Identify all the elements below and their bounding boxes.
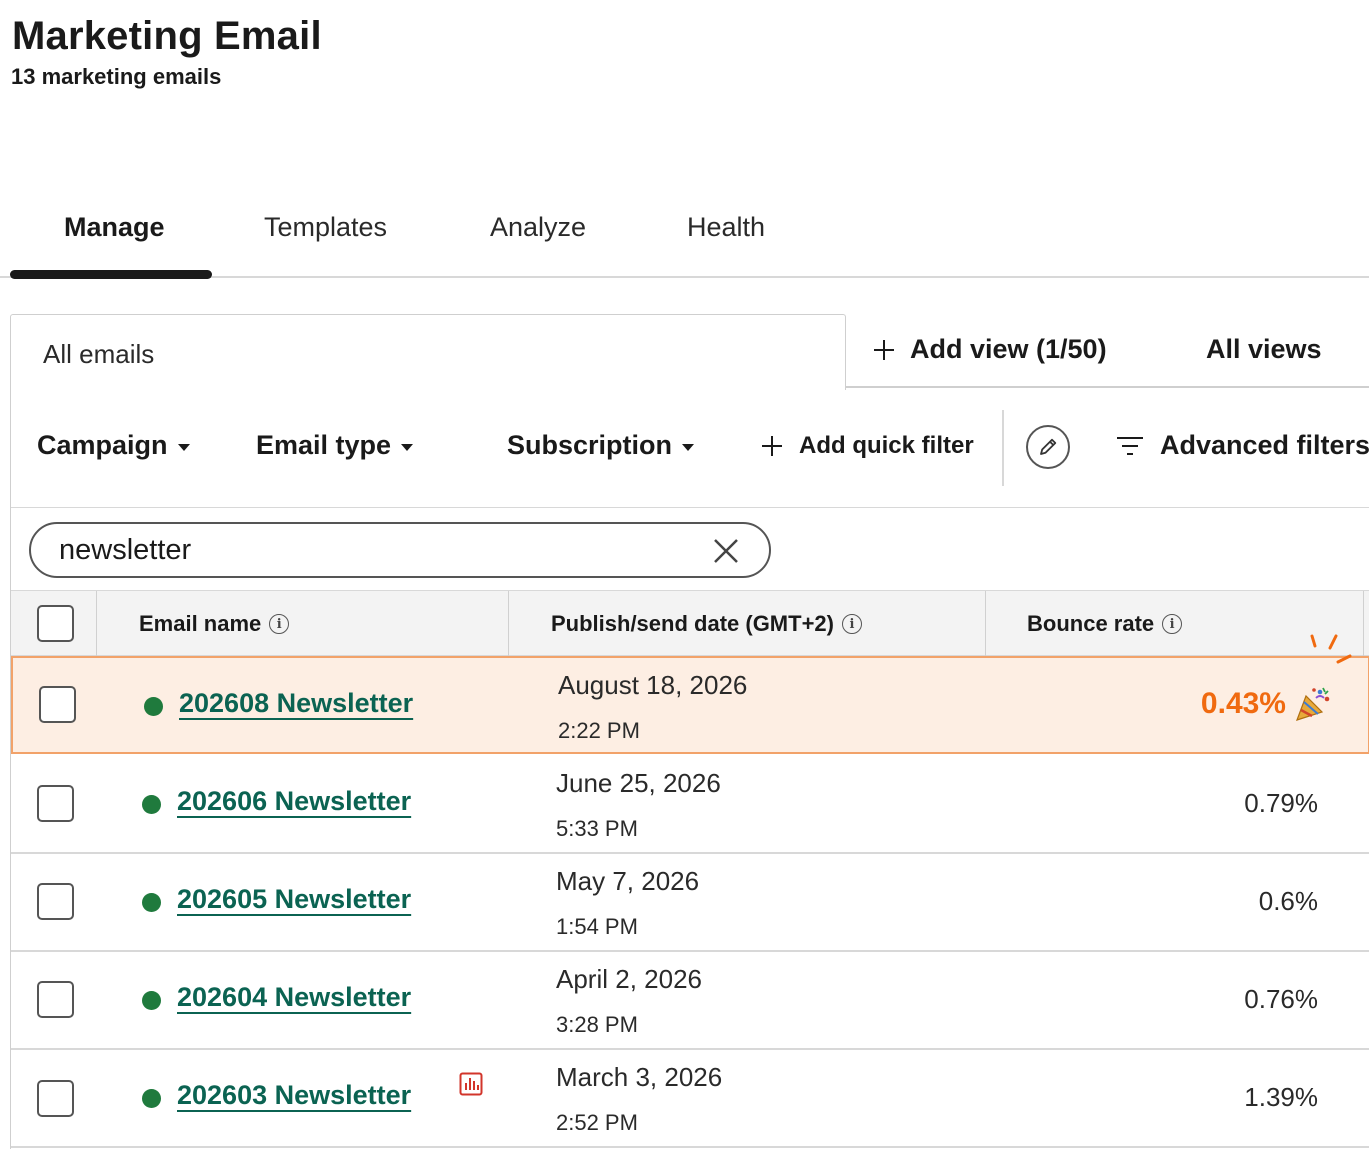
advanced-filters-button[interactable]: Advanced filters: [1116, 430, 1369, 461]
publish-date: May 7, 2026: [556, 866, 700, 896]
search-box: [29, 522, 771, 578]
view-tab-label: All emails: [43, 339, 155, 369]
subscription-filter-label: Subscription: [507, 430, 673, 460]
publish-time: 2:22 PM: [558, 718, 640, 743]
column-divider: [96, 591, 97, 657]
filter-divider: [1002, 410, 1004, 486]
status-dot: [142, 991, 161, 1010]
campaign-filter[interactable]: Campaign: [37, 430, 190, 461]
caret-down-icon: [177, 444, 190, 451]
view-tab-all-emails[interactable]: All emails: [10, 314, 846, 390]
column-divider: [985, 591, 986, 657]
plus-icon: [762, 436, 782, 456]
campaign-filter-label: Campaign: [37, 430, 168, 460]
advanced-filters-label: Advanced filters: [1160, 430, 1369, 460]
table-row[interactable]: 202603 Newsletter March 3, 2026 2:52 PM …: [11, 1050, 1369, 1148]
bar-chart-report-icon[interactable]: [459, 1072, 483, 1096]
status-dot: [142, 795, 161, 814]
plus-icon: [874, 339, 894, 360]
email-name-link[interactable]: 202608 Newsletter: [179, 688, 413, 719]
status-dot: [142, 1089, 161, 1108]
table-row[interactable]: 202605 Newsletter May 7, 2026 1:54 PM 0.…: [11, 854, 1369, 952]
tab-templates[interactable]: Templates: [264, 212, 387, 243]
email-name-link[interactable]: 202606 Newsletter: [177, 786, 411, 817]
table-row[interactable]: 202608 Newsletter August 18, 2026 2:22 P…: [11, 656, 1369, 754]
tab-manage[interactable]: Manage: [64, 212, 165, 243]
info-icon[interactable]: i: [841, 614, 862, 634]
filter-bar: Campaign Email type Subscription Add qui…: [11, 388, 1369, 508]
add-view-button[interactable]: Add view (1/50): [872, 334, 1107, 365]
edit-filters-button[interactable]: [1026, 425, 1070, 469]
column-header-email-name[interactable]: Email name i: [139, 611, 290, 637]
email-table-panel: Campaign Email type Subscription Add qui…: [10, 388, 1369, 1149]
email-name-link[interactable]: 202604 Newsletter: [177, 982, 411, 1013]
info-icon[interactable]: i: [1162, 614, 1183, 634]
column-header-bounce-rate[interactable]: Bounce rate i: [1027, 611, 1183, 637]
all-views-button[interactable]: All views: [1206, 334, 1322, 365]
publish-date: March 3, 2026: [556, 1062, 723, 1092]
row-checkbox[interactable]: [37, 981, 74, 1018]
bounce-rate-value: 0.76%: [1244, 984, 1318, 1014]
row-checkbox[interactable]: [39, 686, 76, 723]
email-type-filter[interactable]: Email type: [256, 430, 414, 461]
sparkle-icon: [1310, 634, 1352, 664]
table-row[interactable]: 202606 Newsletter June 25, 2026 5:33 PM …: [11, 756, 1369, 854]
column-header-label: Email name: [139, 611, 262, 636]
column-divider: [508, 591, 509, 657]
pencil-icon: [1040, 438, 1057, 455]
column-header-label: Bounce rate: [1027, 611, 1155, 636]
caret-down-icon: [682, 444, 695, 451]
email-type-filter-label: Email type: [256, 430, 392, 460]
email-name-link[interactable]: 202605 Newsletter: [177, 884, 411, 915]
close-icon[interactable]: [711, 536, 741, 566]
subscription-filter[interactable]: Subscription: [507, 430, 695, 461]
info-icon[interactable]: i: [269, 614, 290, 634]
publish-time: 1:54 PM: [556, 914, 638, 939]
table-row[interactable]: 202604 Newsletter April 2, 2026 3:28 PM …: [11, 952, 1369, 1050]
column-header-publish-date[interactable]: Publish/send date (GMT+2) i: [551, 611, 862, 637]
page-title: Marketing Email: [12, 14, 322, 58]
bounce-rate-value: 1.39%: [1244, 1082, 1318, 1112]
publish-date: August 18, 2026: [558, 670, 748, 700]
filter-icon: [1117, 436, 1143, 455]
publish-time: 2:52 PM: [556, 1110, 638, 1135]
bounce-rate-value: 0.79%: [1244, 788, 1318, 818]
caret-down-icon: [401, 444, 414, 451]
tab-analyze[interactable]: Analyze: [490, 212, 586, 243]
add-quick-filter-button[interactable]: Add quick filter: [761, 432, 974, 460]
row-checkbox[interactable]: [37, 1080, 74, 1117]
email-count: 13 marketing emails: [11, 64, 222, 89]
column-header-label: Publish/send date (GMT+2): [551, 611, 834, 636]
publish-date: April 2, 2026: [556, 964, 702, 994]
add-quick-filter-label: Add quick filter: [799, 432, 974, 459]
row-checkbox[interactable]: [37, 883, 74, 920]
status-dot: [142, 893, 161, 912]
status-dot: [144, 697, 163, 716]
bounce-rate-value: 0.6%: [1258, 886, 1318, 916]
add-view-label: Add view (1/50): [910, 334, 1107, 364]
party-popper-icon: [1296, 687, 1330, 721]
bounce-rate-text: 0.43%: [1200, 687, 1286, 720]
active-tab-indicator: [10, 270, 212, 279]
search-input[interactable]: [59, 532, 699, 568]
column-divider: [1363, 591, 1364, 657]
table-header: Email name i Publish/send date (GMT+2) i…: [11, 590, 1369, 657]
row-checkbox[interactable]: [37, 785, 74, 822]
publish-date: June 25, 2026: [556, 768, 721, 798]
publish-time: 3:28 PM: [556, 1012, 638, 1037]
publish-time: 5:33 PM: [556, 816, 638, 841]
tab-health[interactable]: Health: [687, 212, 765, 243]
email-name-link[interactable]: 202603 Newsletter: [177, 1080, 411, 1111]
main-tabs: Manage Templates Analyze Health: [0, 190, 1369, 279]
select-all-checkbox[interactable]: [37, 605, 74, 642]
bounce-rate-value: 0.43%: [1201, 686, 1332, 722]
